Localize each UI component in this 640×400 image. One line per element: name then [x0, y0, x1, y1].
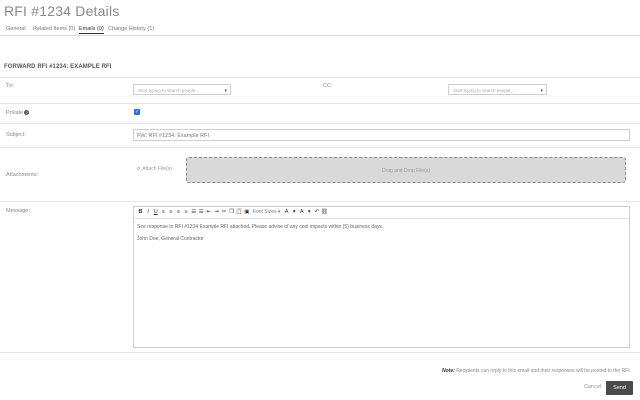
- subject-label: Subject:: [6, 132, 26, 138]
- italic-button[interactable]: I: [145, 209, 152, 216]
- undo-icon[interactable]: ↶: [313, 209, 320, 216]
- cc-select[interactable]: Start typing to search people... ▾: [448, 84, 547, 95]
- tab-bar: General Related Items (0) Emails (0) Cha…: [0, 23, 640, 36]
- divider: [0, 147, 640, 148]
- tab-change-history[interactable]: Change History (1): [108, 26, 154, 32]
- attach-file-button[interactable]: ⌕ Attach File(s): [137, 166, 172, 173]
- divider: [0, 77, 640, 78]
- message-label: Message:: [6, 208, 30, 214]
- to-label: To:: [6, 83, 14, 89]
- cut-icon[interactable]: ✂: [221, 209, 228, 216]
- help-icon[interactable]: ?: [24, 110, 30, 116]
- underline-button[interactable]: U: [152, 209, 159, 216]
- font-size-label: Font Sizes: [252, 209, 277, 215]
- chevron-down-icon: ▾: [540, 88, 543, 94]
- align-right-icon[interactable]: ≡: [175, 209, 182, 216]
- tab-related-items[interactable]: Related Items (0): [33, 26, 75, 32]
- chevron-down-icon[interactable]: ▾: [291, 209, 298, 216]
- editor-content[interactable]: See response to RFI #1234 Example RFI at…: [137, 223, 626, 243]
- section-title: FORWARD RFI #1234: EXAMPLE RFI: [4, 64, 112, 70]
- body-line: See response to RFI #1234 Example RFI at…: [137, 224, 384, 230]
- body-line: John Doe, General Contractor: [137, 236, 204, 242]
- attachments-label: Attachments:: [6, 172, 39, 178]
- text-color-icon[interactable]: A: [283, 209, 290, 216]
- bullet-list-icon[interactable]: ☰: [190, 209, 197, 216]
- divider: [0, 201, 640, 202]
- attach-label: Attach File(s): [142, 166, 172, 172]
- cc-placeholder: Start typing to search people...: [453, 88, 515, 93]
- divider: [0, 352, 640, 353]
- align-justify-icon[interactable]: ≡: [183, 209, 190, 216]
- copy-icon[interactable]: ❐: [228, 209, 235, 216]
- send-button[interactable]: Send: [606, 381, 633, 395]
- page-title: RFI #1234 Details: [4, 3, 120, 19]
- align-left-icon[interactable]: ≡: [160, 209, 167, 216]
- to-placeholder: Start typing to search people...: [138, 88, 200, 93]
- tab-emails[interactable]: Emails (0): [79, 26, 104, 34]
- private-label: Private?: [6, 110, 30, 116]
- chevron-down-icon[interactable]: ▾: [306, 209, 313, 216]
- private-checkbox[interactable]: ✓: [134, 109, 140, 115]
- cancel-button[interactable]: Cancel: [584, 384, 601, 390]
- file-dropzone[interactable]: Drag and Drop File(s): [186, 157, 626, 183]
- divider: [0, 123, 640, 124]
- paperclip-icon: ⌕: [137, 166, 141, 172]
- note-label: Note:: [442, 368, 455, 374]
- highlight-color-icon[interactable]: A: [298, 209, 305, 216]
- private-label-text: Private: [6, 110, 24, 116]
- paste-icon[interactable]: 📋: [236, 209, 243, 216]
- divider: [0, 103, 640, 104]
- indent-icon[interactable]: ⇥: [213, 209, 220, 216]
- chevron-down-icon: ▾: [224, 88, 227, 94]
- footer-note: Note: Recipients can reply to this email…: [442, 368, 631, 374]
- font-size-select[interactable]: Font Sizes ▾: [251, 209, 283, 216]
- note-text: Recipients can reply to this email and t…: [456, 368, 631, 374]
- numbered-list-icon[interactable]: ☰: [198, 209, 205, 216]
- subject-input[interactable]: FW: RFI #1234: Example RFI: [133, 129, 630, 141]
- link-icon[interactable]: ⛓: [321, 209, 328, 216]
- cc-label: CC:: [323, 83, 333, 89]
- message-editor[interactable]: B I U ≡ ≡ ≡ ≡ ☰ ☰ ⇤ ⇥ ✂ ❐ 📋 ▣ Font Sizes ▾ A ▾ A ▾ ↶ ⛓ See re…: [133, 206, 630, 348]
- tab-general[interactable]: General: [6, 26, 26, 32]
- align-center-icon[interactable]: ≡: [167, 209, 174, 216]
- to-select[interactable]: Start typing to search people... ▾: [133, 84, 231, 95]
- bold-button[interactable]: B: [137, 209, 144, 216]
- editor-toolbar: B I U ≡ ≡ ≡ ≡ ☰ ☰ ⇤ ⇥ ✂ ❐ 📋 ▣ Font Sizes ▾ A ▾ A ▾ ↶ ⛓: [134, 207, 629, 219]
- image-icon[interactable]: ▣: [243, 209, 250, 216]
- outdent-icon[interactable]: ⇤: [205, 209, 212, 216]
